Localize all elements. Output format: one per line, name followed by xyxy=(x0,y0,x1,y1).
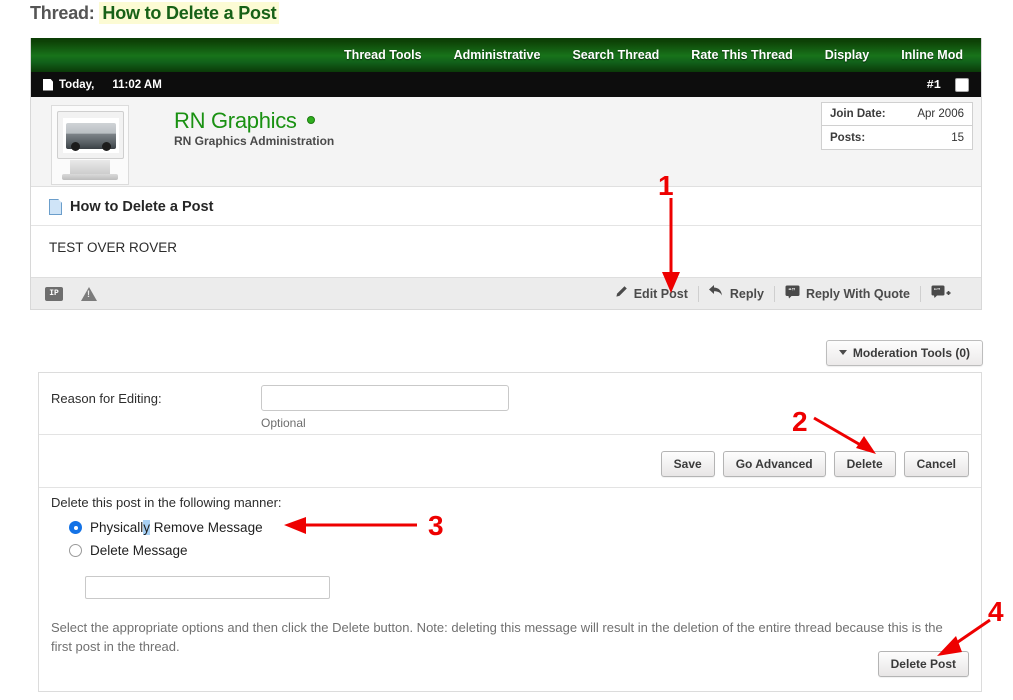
post-title: How to Delete a Post xyxy=(70,199,213,215)
annotation-number-3: 3 xyxy=(428,512,444,540)
reason-for-editing-label: Reason for Editing: xyxy=(51,391,162,406)
avatar[interactable] xyxy=(51,105,129,185)
reason-optional-hint: Optional xyxy=(261,416,306,430)
svg-text:“”: “” xyxy=(934,287,941,294)
post-body: TEST OVER ROVER xyxy=(31,226,981,277)
nav-item-administrative[interactable]: Administrative xyxy=(438,48,557,62)
thread-navbar: Thread Tools Administrative Search Threa… xyxy=(31,38,981,72)
page-title-label: Thread: xyxy=(30,3,95,23)
action-bar-right: Edit Post Reply “” Reply With Quote xyxy=(604,285,967,303)
reply-label: Reply xyxy=(730,287,764,301)
annotation-number-2: 2 xyxy=(792,408,808,436)
chevron-down-icon xyxy=(839,350,847,355)
delete-options-section: Delete this post in the following manner… xyxy=(51,495,969,657)
go-advanced-button[interactable]: Go Advanced xyxy=(723,451,826,477)
posts-value: 15 xyxy=(951,132,972,144)
delete-button[interactable]: Delete xyxy=(834,451,896,477)
quote-bubble-icon: “” xyxy=(785,285,806,302)
annotation-number-1: 1 xyxy=(658,172,674,200)
land-rover-image xyxy=(66,123,116,149)
user-title: RN Graphics Administration xyxy=(174,134,334,148)
post-time: 11:02 AM xyxy=(112,79,161,91)
radio-physically-remove-label: Physically Remove Message xyxy=(90,520,263,535)
page-title-value: How to Delete a Post xyxy=(99,2,279,24)
user-info-table: Join Date: Apr 2006 Posts: 15 xyxy=(821,102,973,150)
option-delete-message[interactable]: Delete Message xyxy=(69,543,969,558)
info-row-join-date: Join Date: Apr 2006 xyxy=(822,103,972,126)
post-title-row: How to Delete a Post xyxy=(31,187,981,226)
nav-item-rate-this-thread[interactable]: Rate This Thread xyxy=(675,48,808,62)
nav-item-display[interactable]: Display xyxy=(809,48,885,62)
action-bar-left: IP xyxy=(45,287,97,301)
edit-post-label: Edit Post xyxy=(634,287,688,301)
option-physically-remove[interactable]: Physically Remove Message xyxy=(69,520,969,535)
post-meta-bar: Today, 11:02 AM #1 xyxy=(31,72,981,97)
join-date-label: Join Date: xyxy=(822,108,886,120)
post-action-bar: IP Edit Post Reply xyxy=(31,277,981,309)
radio-delete-message[interactable] xyxy=(69,544,82,557)
post-title-document-icon xyxy=(49,199,62,215)
delete-note-text: Select the appropriate options and then … xyxy=(51,619,961,657)
reply-arrow-icon xyxy=(709,285,730,302)
monitor-inner-screen xyxy=(63,118,119,153)
post-number[interactable]: #1 xyxy=(927,78,941,92)
post-select-checkbox[interactable] xyxy=(955,78,969,92)
post-date: Today, xyxy=(59,79,94,91)
svg-text:“”: “” xyxy=(788,288,795,295)
reply-with-quote-label: Reply With Quote xyxy=(806,287,910,301)
monitor-screen-icon xyxy=(57,111,124,159)
annotation-number-4: 4 xyxy=(988,598,1004,626)
page-title: Thread: How to Delete a Post xyxy=(30,3,279,24)
quote-plus-icon: “” xyxy=(931,285,957,303)
username-wrap: RN Graphics xyxy=(174,108,315,134)
screenshot-root: Thread: How to Delete a Post Thread Tool… xyxy=(0,0,1013,700)
edit-post-panel: Reason for Editing: Optional Save Go Adv… xyxy=(38,372,982,692)
document-icon xyxy=(43,79,53,91)
reason-for-editing-row: Reason for Editing: Optional xyxy=(39,373,981,435)
post-card: Thread Tools Administrative Search Threa… xyxy=(30,38,982,310)
info-row-posts: Posts: 15 xyxy=(822,126,972,149)
multi-quote-button[interactable]: “” xyxy=(921,285,967,303)
delete-post-button-row: Delete Post xyxy=(878,651,969,677)
edit-post-button[interactable]: Edit Post xyxy=(604,285,698,302)
radio-delete-message-label: Delete Message xyxy=(90,543,188,558)
online-status-icon xyxy=(307,116,315,124)
radio-physically-remove[interactable] xyxy=(69,521,82,534)
post-user-row: RN Graphics RN Graphics Administration J… xyxy=(31,97,981,187)
save-button[interactable]: Save xyxy=(661,451,715,477)
reply-button[interactable]: Reply xyxy=(699,285,774,302)
warning-icon[interactable] xyxy=(81,287,97,301)
ip-icon[interactable]: IP xyxy=(45,287,63,301)
delete-post-button[interactable]: Delete Post xyxy=(878,651,969,677)
label-pre: Physicall xyxy=(90,520,143,535)
reason-for-editing-input[interactable] xyxy=(261,385,509,411)
nav-item-thread-tools[interactable]: Thread Tools xyxy=(328,48,438,62)
moderation-tools-button[interactable]: Moderation Tools (0) xyxy=(826,340,983,366)
pencil-icon xyxy=(614,285,634,302)
join-date-value: Apr 2006 xyxy=(917,108,972,120)
delete-reason-input[interactable] xyxy=(85,576,330,599)
moderation-tools-label: Moderation Tools (0) xyxy=(853,346,970,360)
panel-divider xyxy=(39,487,981,488)
cancel-button[interactable]: Cancel xyxy=(904,451,969,477)
delete-options-heading: Delete this post in the following manner… xyxy=(51,495,969,510)
posts-label: Posts: xyxy=(822,132,865,144)
monitor-base xyxy=(62,174,118,180)
edit-panel-button-row: Save Go Advanced Delete Cancel xyxy=(661,451,969,477)
nav-item-inline-mod[interactable]: Inline Mod xyxy=(885,48,973,62)
reply-with-quote-button[interactable]: “” Reply With Quote xyxy=(775,285,920,302)
username[interactable]: RN Graphics xyxy=(174,108,297,134)
label-post: Remove Message xyxy=(150,520,263,535)
nav-item-search-thread[interactable]: Search Thread xyxy=(556,48,675,62)
